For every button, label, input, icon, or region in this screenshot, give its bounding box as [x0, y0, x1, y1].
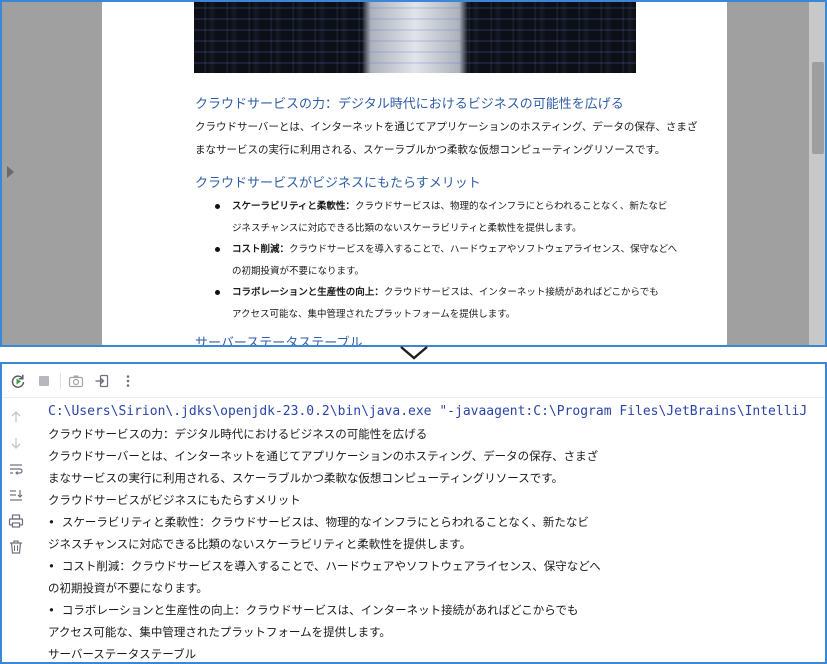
console-line: クラウドサービスの力：デジタル時代におけるビジネスの可能性を広げる	[48, 427, 428, 441]
list-item: コラボレーションと生産性の向上：クラウドサービスは、インターネット接続があればど…	[215, 282, 677, 304]
more-vertical-icon[interactable]	[120, 373, 136, 389]
console-command-line: C:\Users\Sirion\.jdks\openjdk-23.0.2\bin…	[48, 404, 808, 419]
console-line: クラウドサーバーとは、インターネットを通じてアプリケーションのホスティング、デー…	[48, 449, 599, 463]
document-page: クラウドサービスの力：デジタル時代におけるビジネスの可能性を広げる クラウドサー…	[102, 2, 727, 347]
console-line: • コスト削減：クラウドサービスを導入することで、ハードウェアやソフトウェアライ…	[48, 559, 601, 573]
camera-icon[interactable]	[68, 373, 84, 389]
doc-paragraph-line-2: まなサービスの実行に利用される、スケーラブルかつ柔軟な仮想コンピューティングリソ…	[195, 144, 666, 156]
chevron-down-icon	[400, 346, 428, 360]
console-line: アクセス可能な、集中管理されたプラットフォームを提供します。	[48, 625, 391, 639]
list-item-continuation: アクセス可能な、集中管理されたプラットフォームを提供します。	[232, 308, 516, 320]
console-line: • コラボレーションと生産性の向上：クラウドサービスは、インターネット接続があれ…	[48, 603, 579, 617]
doc-heading-3: サーバーステータステーブル	[195, 336, 363, 347]
doc-paragraph-line-1: クラウドサーバーとは、インターネットを通じてアプリケーションのホスティング、デー…	[195, 121, 698, 133]
vertical-scrollbar-track[interactable]	[809, 2, 825, 345]
doc-heading-2: クラウドサービスがビジネスにもたらすメリット	[195, 176, 481, 191]
soft-wrap-icon[interactable]	[8, 461, 24, 477]
console-line: ジネスチャンスに対応できる比類のないスケーラビリティと柔軟性を提供します。	[48, 537, 472, 551]
list-item-continuation: ジネスチャンスに対応できる比類のないスケーラビリティと柔軟性を提供します。	[232, 222, 582, 234]
list-item-continuation: の初期投資が不要になります。	[232, 265, 365, 277]
console-line: サーバーステータステーブル	[48, 647, 197, 661]
console-toolbar	[2, 364, 825, 398]
vertical-scrollbar-thumb[interactable]	[812, 62, 824, 154]
server-room-image	[194, 2, 636, 73]
console-output[interactable]: C:\Users\Sirion\.jdks\openjdk-23.0.2\bin…	[48, 401, 825, 664]
rerun-icon[interactable]	[10, 373, 26, 389]
console-line: • スケーラビリティと柔軟性：クラウドサービスは、物理的なインフラにとらわれるこ…	[48, 515, 589, 529]
list-item: スケーラビリティと柔軟性：クラウドサービスは、物理的なインフラにとらわれることな…	[215, 196, 677, 218]
console-line: クラウドサービスがビジネスにもたらすメリット	[48, 493, 301, 507]
doc-heading-1: クラウドサービスの力：デジタル時代におけるビジネスの可能性を広げる	[195, 97, 624, 112]
login-icon[interactable]	[94, 373, 110, 389]
print-icon[interactable]	[8, 513, 24, 529]
stop-icon[interactable]	[36, 373, 52, 389]
trash-icon[interactable]	[8, 539, 24, 555]
benefits-list: スケーラビリティと柔軟性：クラウドサービスは、物理的なインフラにとらわれることな…	[215, 196, 677, 325]
list-item: コスト削減：クラウドサービスを導入することで、ハードウェアやソフトウェアライセン…	[215, 239, 677, 261]
expand-panel-arrow-icon[interactable]	[7, 166, 14, 178]
console-line: の初期投資が不要になります。	[48, 581, 208, 595]
scroll-to-end-icon[interactable]	[8, 487, 24, 503]
arrow-down-icon[interactable]	[8, 435, 24, 451]
document-viewer[interactable]: クラウドサービスの力：デジタル時代におけるビジネスの可能性を広げる クラウドサー…	[0, 0, 827, 347]
arrow-up-icon[interactable]	[8, 409, 24, 425]
console-line: まなサービスの実行に利用される、スケーラブルかつ柔軟な仮想コンピューティングリソ…	[48, 471, 564, 485]
run-console[interactable]: C:\Users\Sirion\.jdks\openjdk-23.0.2\bin…	[0, 362, 827, 664]
